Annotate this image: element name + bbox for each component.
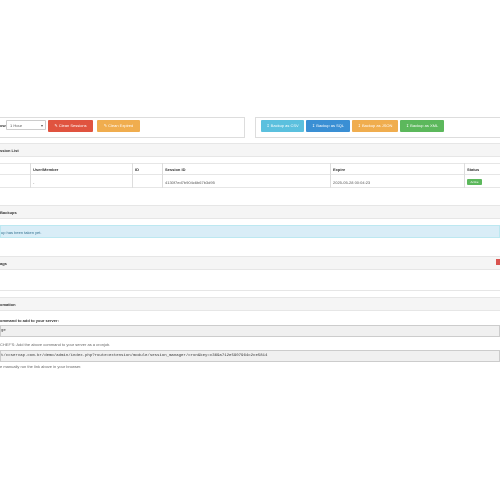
session-list-title: ssion List — [0, 148, 19, 153]
automation-title: omation — [0, 302, 16, 307]
column-divider — [162, 163, 163, 188]
backup-sql-button[interactable]: ↧Backup as SQL — [306, 120, 350, 132]
automation-subtitle: ommand to add to your server: — [0, 318, 59, 323]
download-icon: ↧ — [266, 123, 270, 128]
status-badge: Active — [467, 179, 482, 185]
backups-title: Backups — [0, 210, 17, 215]
backup-xml-button[interactable]: ↧Backup as XML — [400, 120, 444, 132]
download-icon: ↧ — [357, 123, 361, 128]
chevron-down-icon: ▾ — [40, 123, 43, 128]
cron-command-box[interactable]: ge — [0, 325, 500, 337]
column-divider — [132, 163, 133, 188]
automation-header: omation — [0, 297, 500, 311]
column-header-expire: Expire — [333, 167, 346, 172]
column-divider — [464, 163, 465, 188]
backup-empty-message: up has been taken yet. — [1, 230, 42, 235]
column-header-user: User/Member — [33, 167, 59, 172]
manual-run-note: e manually run the link above in your br… — [0, 364, 82, 369]
column-header-id: ID — [135, 167, 139, 172]
delete-logs-button[interactable] — [496, 259, 500, 265]
table-top-border — [0, 163, 500, 164]
column-divider — [30, 163, 31, 188]
logs-header: ags — [0, 256, 500, 270]
column-header-status: Status — [467, 167, 480, 172]
logs-title: ags — [0, 261, 7, 266]
time-filter-select[interactable]: 1 Hour ▾ — [6, 120, 46, 130]
eraser-icon: ✎ — [103, 123, 108, 128]
backup-csv-button[interactable]: ↧Backup as CSV — [261, 120, 304, 132]
backup-empty-alert: up has been taken yet. — [0, 225, 500, 238]
column-header-session-id: Session ID — [165, 167, 186, 172]
download-icon: ↧ — [311, 123, 316, 128]
cell-expire: 2025-05-28 00:04:23 — [333, 180, 371, 185]
backups-header: Backups — [0, 205, 500, 219]
cron-note: CHEF'S: Add the above command to your se… — [0, 342, 111, 347]
table-bottom-border — [0, 187, 500, 188]
cell-session-id: 4130f7ed7b904c6b67b3d95 — [165, 180, 215, 185]
table-header-border — [0, 174, 500, 175]
clean-expired-button[interactable]: ✎Clean Expired — [97, 120, 140, 132]
cron-url-text: t/ccservap.com.br/demo/admin/index.php?r… — [1, 354, 268, 358]
logs-divider — [0, 290, 500, 291]
time-filter-value: 1 Hour — [10, 123, 23, 128]
eraser-icon: ✎ — [54, 123, 58, 128]
column-divider — [330, 163, 331, 188]
session-list-header: ssion List — [0, 143, 500, 157]
cron-url-box[interactable]: t/ccservap.com.br/demo/admin/index.php?r… — [0, 350, 500, 362]
cell-user: - — [33, 180, 35, 185]
cron-command-text: ge — [1, 329, 6, 333]
download-icon: ↧ — [405, 123, 410, 128]
backup-json-button[interactable]: ↧Backup as JSON — [352, 120, 398, 132]
clean-sessions-button[interactable]: ✎Clean Sessions — [48, 120, 93, 132]
